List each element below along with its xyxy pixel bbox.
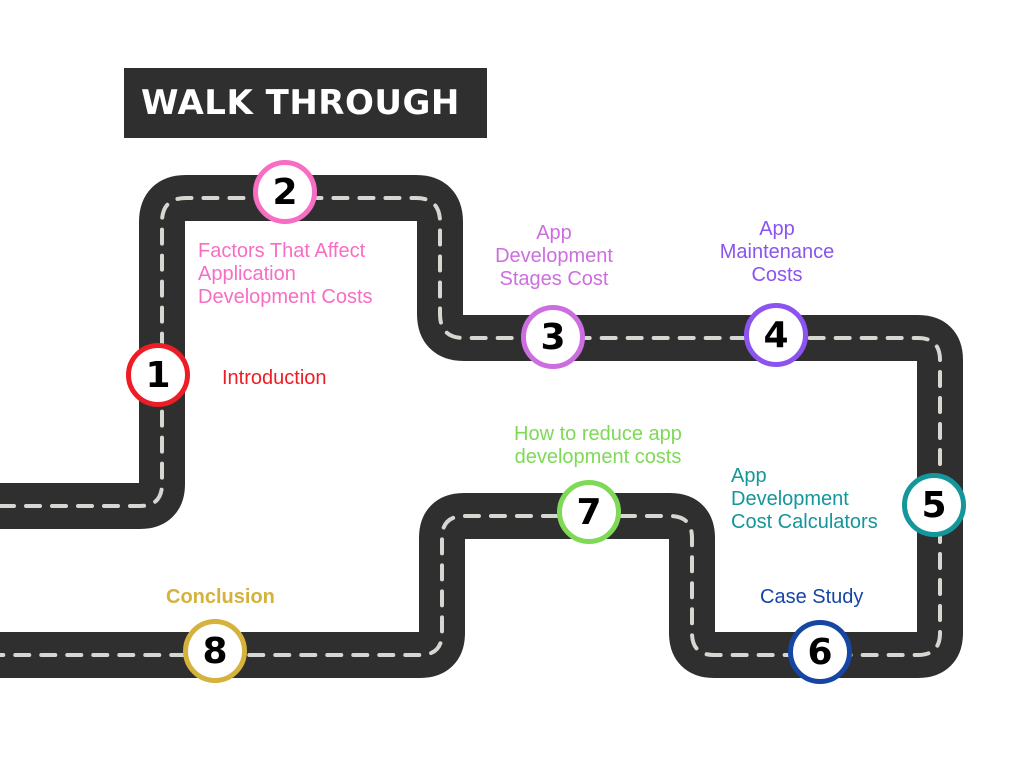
step-8-marker: 8 [183,619,247,683]
step-number: 6 [807,631,833,673]
step-4-label: App Maintenance Costs [719,218,835,286]
step-3-label: App Development Stages Cost [495,222,613,290]
step-6-label: Case Study [760,586,864,608]
step-number: 1 [145,354,171,396]
step-2-label: Factors That Affect Application Developm… [198,240,373,308]
step-7-label: How to reduce app development costs [514,423,682,468]
step-2-marker: 2 [253,160,317,224]
step-number: 4 [763,314,789,356]
title-banner: WALK THROUGH [124,68,487,138]
step-8-label: Conclusion [166,586,275,608]
step-number: 3 [540,316,566,358]
page-title: WALK THROUGH [141,83,460,123]
step-5-label: App Development Cost Calculators [731,465,878,533]
step-number: 8 [202,630,228,672]
step-5-marker: 5 [902,473,966,537]
step-number: 7 [576,491,602,533]
step-7-marker: 7 [557,480,621,544]
step-number: 5 [921,484,947,526]
step-4-marker: 4 [744,303,808,367]
step-1-marker: 1 [126,343,190,407]
step-number: 2 [272,171,298,213]
step-6-marker: 6 [788,620,852,684]
step-3-marker: 3 [521,305,585,369]
step-1-label: Introduction [222,367,327,389]
